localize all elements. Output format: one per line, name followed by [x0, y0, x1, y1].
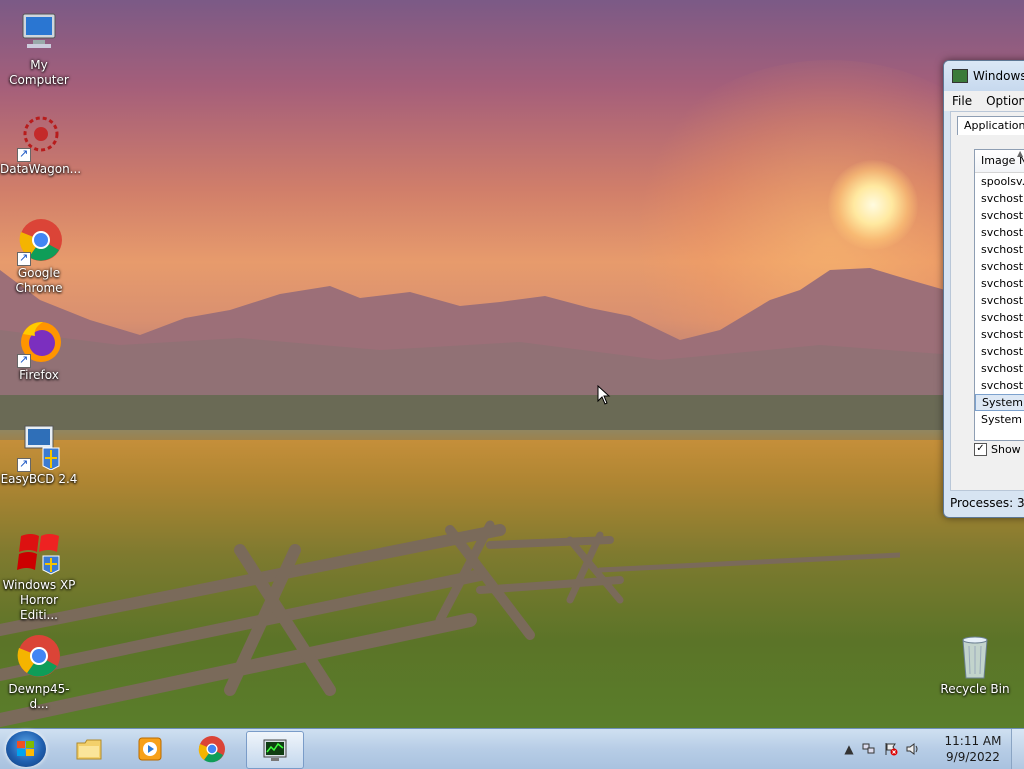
shortcut-arrow-icon	[17, 352, 31, 368]
desktop-icon-label: Google Chrome	[15, 266, 63, 295]
process-row[interactable]: svchost.e	[975, 309, 1024, 326]
desktop-icon-label: EasyBCD 2.4	[0, 472, 78, 486]
process-row[interactable]: spoolsv.e	[975, 173, 1024, 190]
desktop-icon-label: Dewnp45-d...	[8, 682, 70, 711]
volume-icon[interactable]	[906, 742, 920, 756]
process-row[interactable]: svchost.e	[975, 241, 1024, 258]
clock-time: 11:11 AM	[944, 734, 1002, 748]
process-row[interactable]: svchost.e	[975, 360, 1024, 377]
status-bar-processes: Processes: 36	[950, 496, 1024, 510]
task-manager-icon	[952, 69, 968, 83]
chrome-icon	[15, 216, 63, 266]
process-row[interactable]: svchost.e	[975, 292, 1024, 309]
desktop-icon-datawagon[interactable]: DataWagon...	[0, 112, 82, 177]
mountain-range	[0, 268, 1024, 430]
process-row[interactable]: svchost.e	[975, 377, 1024, 394]
chrome-icon	[198, 736, 225, 763]
process-row[interactable]: svchost.e	[975, 343, 1024, 360]
sort-ascending-icon: ▲	[1017, 149, 1024, 158]
menu-bar: File Option	[944, 91, 1024, 111]
shortcut-arrow-icon	[17, 456, 31, 472]
shortcut-arrow-icon	[17, 250, 31, 266]
desktop-icon-label: Windows XP Horror Editi...	[2, 578, 76, 622]
computer-icon	[15, 8, 63, 56]
desktop-icon-label: My Computer	[9, 58, 69, 87]
action-center-flag-icon[interactable]	[884, 742, 898, 756]
datawagon-icon	[15, 112, 63, 162]
title-bar[interactable]: Windows	[944, 61, 1024, 91]
window-title: Windows	[973, 69, 1024, 83]
desktop-icon-label: Firefox	[19, 368, 59, 382]
easybcd-icon	[15, 422, 63, 472]
network-icon[interactable]	[862, 742, 876, 756]
media-player-icon	[138, 737, 162, 761]
task-manager-window[interactable]: Windows File Option Applications ▲ Image…	[943, 60, 1024, 518]
show-all-processes-checkbox[interactable]: ✓ Show p	[974, 443, 1024, 456]
chrome-icon	[15, 632, 63, 680]
taskbar-chrome-button[interactable]	[184, 731, 240, 767]
desktop-icon-label: DataWagon...	[0, 162, 82, 176]
menu-file[interactable]: File	[944, 94, 978, 108]
checkbox-label: Show p	[991, 443, 1024, 456]
process-row[interactable]: svchost.e	[975, 224, 1024, 241]
process-row[interactable]: svchost.e	[975, 207, 1024, 224]
show-desktop-button[interactable]	[1011, 729, 1024, 769]
process-row[interactable]: svchost.e	[975, 326, 1024, 343]
recycle-bin-icon	[951, 632, 999, 680]
desktop-wallpaper	[0, 0, 1024, 728]
mouse-cursor-icon	[597, 385, 611, 405]
desktop-icon-google-chrome[interactable]: Google Chrome	[0, 216, 78, 296]
taskbar-clock[interactable]: 11:11 AM 9/9/2022	[930, 733, 1016, 765]
desktop-icon-label: Recycle Bin	[940, 682, 1010, 696]
process-row[interactable]: svchost.e	[975, 258, 1024, 275]
taskbar: ▲ 11:11 AM 9/9/2022	[0, 728, 1024, 769]
windows-xp-icon	[15, 528, 63, 576]
clock-date: 9/9/2022	[946, 750, 1000, 764]
process-row[interactable]: svchost.e	[975, 190, 1024, 207]
shortcut-arrow-icon	[17, 146, 31, 162]
start-button[interactable]	[6, 731, 46, 767]
process-row[interactable]: svchost.e	[975, 275, 1024, 292]
wooden-fence	[0, 520, 900, 727]
windows-logo-icon	[17, 741, 34, 756]
taskbar-task-manager-button[interactable]	[246, 731, 304, 769]
taskbar-explorer-button[interactable]	[61, 731, 117, 767]
sun	[828, 160, 918, 250]
process-row-selected[interactable]: System	[975, 394, 1024, 411]
tab-applications[interactable]: Applications	[957, 116, 1024, 135]
desktop-icon-easybcd[interactable]: EasyBCD 2.4	[0, 422, 78, 487]
taskbar-media-player-button[interactable]	[122, 731, 178, 767]
desktop-icon-dewnp45[interactable]: Dewnp45-d...	[0, 632, 78, 712]
desktop-icon-my-computer[interactable]: My Computer	[0, 8, 78, 88]
menu-options[interactable]: Option	[978, 94, 1024, 108]
desktop-icon-windows-xp-horror[interactable]: Windows XP Horror Editi...	[0, 528, 78, 623]
process-list[interactable]: ▲ Image Na spoolsv.e svchost.e svchost.e…	[974, 149, 1024, 441]
task-manager-icon	[263, 739, 287, 761]
column-header-image-name[interactable]: ▲ Image Na	[975, 149, 1024, 173]
desktop-icon-recycle-bin[interactable]: Recycle Bin	[936, 632, 1014, 697]
process-row[interactable]: System Id	[975, 411, 1024, 428]
show-hidden-icons-chevron-icon[interactable]: ▲	[842, 742, 856, 756]
desktop-icon-firefox[interactable]: Firefox	[0, 318, 78, 383]
checkbox-checked-icon: ✓	[974, 443, 987, 456]
folder-icon	[76, 739, 102, 760]
firefox-icon	[15, 318, 63, 368]
